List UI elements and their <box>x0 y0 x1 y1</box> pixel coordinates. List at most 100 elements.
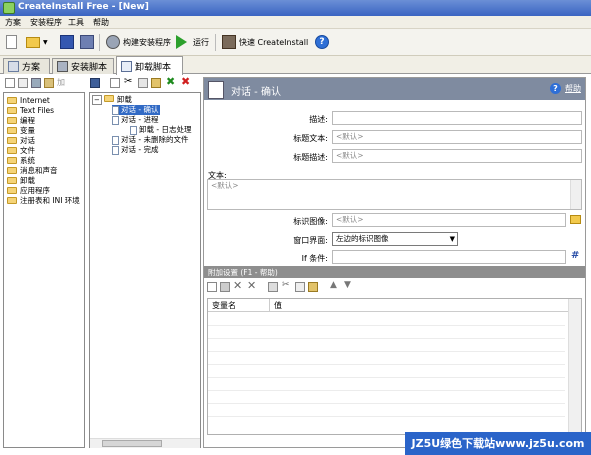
title-description-field[interactable]: <默认> <box>332 149 582 163</box>
tab-install-script[interactable]: 安装脚本 <box>52 58 114 74</box>
add-label[interactable]: 加 <box>57 77 65 88</box>
if-condition-field[interactable] <box>332 250 566 264</box>
folder-icon <box>7 116 17 124</box>
tree-node[interactable]: 卸载 - 日志处理 <box>130 125 191 135</box>
folder-icon <box>7 166 17 174</box>
collapse-toggle-icon[interactable]: − <box>92 95 102 105</box>
new-button[interactable] <box>6 33 20 51</box>
list-item[interactable]: 系统 <box>7 155 35 165</box>
copy-row-icon[interactable] <box>268 282 278 292</box>
help-button[interactable]: ? <box>315 33 332 51</box>
delete-icon[interactable]: ✖ <box>181 75 190 88</box>
list-item[interactable]: 对话 <box>7 135 35 145</box>
list-item[interactable]: 变量 <box>7 125 35 135</box>
list-item[interactable]: 卸载 <box>7 175 35 185</box>
tree-node[interactable]: 对话 - 未删除的文件 <box>112 135 188 145</box>
browse-folder-icon[interactable] <box>570 215 581 224</box>
build-installer-button[interactable]: 构建安装程序 <box>106 33 171 51</box>
list-item[interactable]: 编程 <box>7 115 35 125</box>
list-item[interactable]: 文件 <box>7 145 35 155</box>
extra-settings-toolbar: ✕ ✕ ✂ ▲ ▼ <box>205 279 405 294</box>
folder-icon <box>103 95 114 102</box>
collapse-icon[interactable] <box>5 78 15 88</box>
script-tree: − 卸载 对话 - 确认 对话 - 进程 卸载 - 日志处理 对话 - 未删除的文… <box>89 92 201 448</box>
list-icon[interactable] <box>18 78 28 88</box>
list-item[interactable]: Text Files <box>7 105 54 115</box>
dialog-icon <box>112 135 119 145</box>
save-icon <box>60 35 74 49</box>
paste-row-icon[interactable] <box>308 282 318 292</box>
help-link[interactable]: 帮助 <box>565 83 581 94</box>
save-button[interactable] <box>60 33 77 51</box>
tree-node-selected[interactable]: 对话 - 确认 <box>112 105 161 115</box>
build-label: 构建安装程序 <box>123 37 171 47</box>
help-icon[interactable]: ? <box>550 83 561 94</box>
hash-icon[interactable]: # <box>571 250 579 261</box>
command-icon <box>130 125 137 135</box>
cut-icon[interactable]: ✂ <box>124 76 132 87</box>
new-command-icon[interactable] <box>110 78 120 88</box>
description-field[interactable] <box>332 111 582 125</box>
text-area-scrollbar[interactable] <box>570 180 581 209</box>
command-category-list: Internet Text Files 编程 变量 对话 文件 系统 消息和声音… <box>3 92 85 448</box>
if-condition-label: If 条件: <box>301 254 328 263</box>
move-up-icon[interactable]: ▲ <box>330 280 337 290</box>
list-item[interactable]: 消息和声音 <box>7 165 58 175</box>
tree-root[interactable]: − 卸载 <box>92 95 132 105</box>
folder-icon <box>7 126 17 134</box>
menu-item-help[interactable]: 帮助 <box>93 17 109 28</box>
quick-label: 快速 CreateInstall <box>239 37 309 47</box>
text-area[interactable]: <默认> <box>207 179 582 210</box>
panel-title: 对话 - 确认 <box>231 87 281 98</box>
menu-item-installer[interactable]: 安装程序 <box>30 17 62 28</box>
window-style-select[interactable]: 左边的标识图像 ▼ <box>332 232 458 246</box>
folder-icon <box>7 156 17 164</box>
edit-row-icon[interactable] <box>220 282 230 292</box>
quick-createinstall-button[interactable]: 快速 CreateInstall <box>222 33 308 51</box>
quick-install-icon <box>222 35 236 49</box>
tree-node[interactable]: 对话 - 完成 <box>112 145 158 155</box>
tree-root-label: 卸载 <box>116 95 132 104</box>
dialog-icon <box>112 115 119 125</box>
tab-scheme[interactable]: 方案 <box>3 58 50 74</box>
extra-settings-title: 附加设置 (F1 - 帮助) <box>208 268 278 277</box>
paste-icon[interactable] <box>151 78 161 88</box>
menu-bar: 方案 安装程序 工具 帮助 <box>0 16 591 29</box>
remove-row-icon[interactable]: ✕ <box>233 279 242 292</box>
scroll-thumb[interactable] <box>102 440 162 447</box>
move-down-icon[interactable]: ▼ <box>344 280 351 290</box>
column-header-variable[interactable]: 变量名 <box>208 299 270 312</box>
copy-icon[interactable] <box>138 78 148 88</box>
dialog-icon <box>112 145 119 155</box>
list-item-label: Internet <box>20 95 50 105</box>
open-button[interactable]: ▼ <box>26 33 48 51</box>
tree-node-label: 对话 - 完成 <box>121 145 159 154</box>
clear-rows-icon[interactable]: ✕ <box>247 279 256 292</box>
tab-uninstall-script[interactable]: 卸载脚本 <box>116 56 183 75</box>
enable-check-icon[interactable]: ✖ <box>166 75 175 88</box>
cut-row-icon[interactable]: ✂ <box>282 280 290 290</box>
list-item[interactable]: Internet <box>7 95 50 105</box>
tree-node-label: 对话 - 确认 <box>121 105 159 114</box>
column-header-value[interactable]: 值 <box>270 299 569 312</box>
tree-node[interactable]: 对话 - 进程 <box>112 115 158 125</box>
edit-icon[interactable] <box>31 78 41 88</box>
duplicate-row-icon[interactable] <box>295 282 305 292</box>
window-style-value: 左边的标识图像 <box>336 234 389 243</box>
tree-horizontal-scrollbar[interactable] <box>90 438 200 448</box>
menu-item-scheme[interactable]: 方案 <box>5 17 21 28</box>
save-as-button[interactable] <box>80 33 97 51</box>
grid-vertical-scrollbar[interactable] <box>568 299 581 434</box>
list-item[interactable]: 应用程序 <box>7 185 50 195</box>
add-row-icon[interactable] <box>207 282 217 292</box>
title-text-field[interactable]: <默认> <box>332 130 582 144</box>
menu-item-tools[interactable]: 工具 <box>68 17 84 28</box>
list-item[interactable]: 注册表和 INI 环境 <box>7 195 80 205</box>
logo-image-field[interactable]: <默认> <box>332 213 566 227</box>
panel-toggle-icon[interactable] <box>90 78 100 88</box>
folder-add-icon[interactable] <box>44 78 54 88</box>
run-button[interactable]: 运行 <box>176 33 209 51</box>
panel-header: 对话 - 确认 ? 帮助 <box>204 78 585 100</box>
folder-icon <box>7 136 17 144</box>
tab-install-script-label: 安装脚本 <box>71 63 108 73</box>
